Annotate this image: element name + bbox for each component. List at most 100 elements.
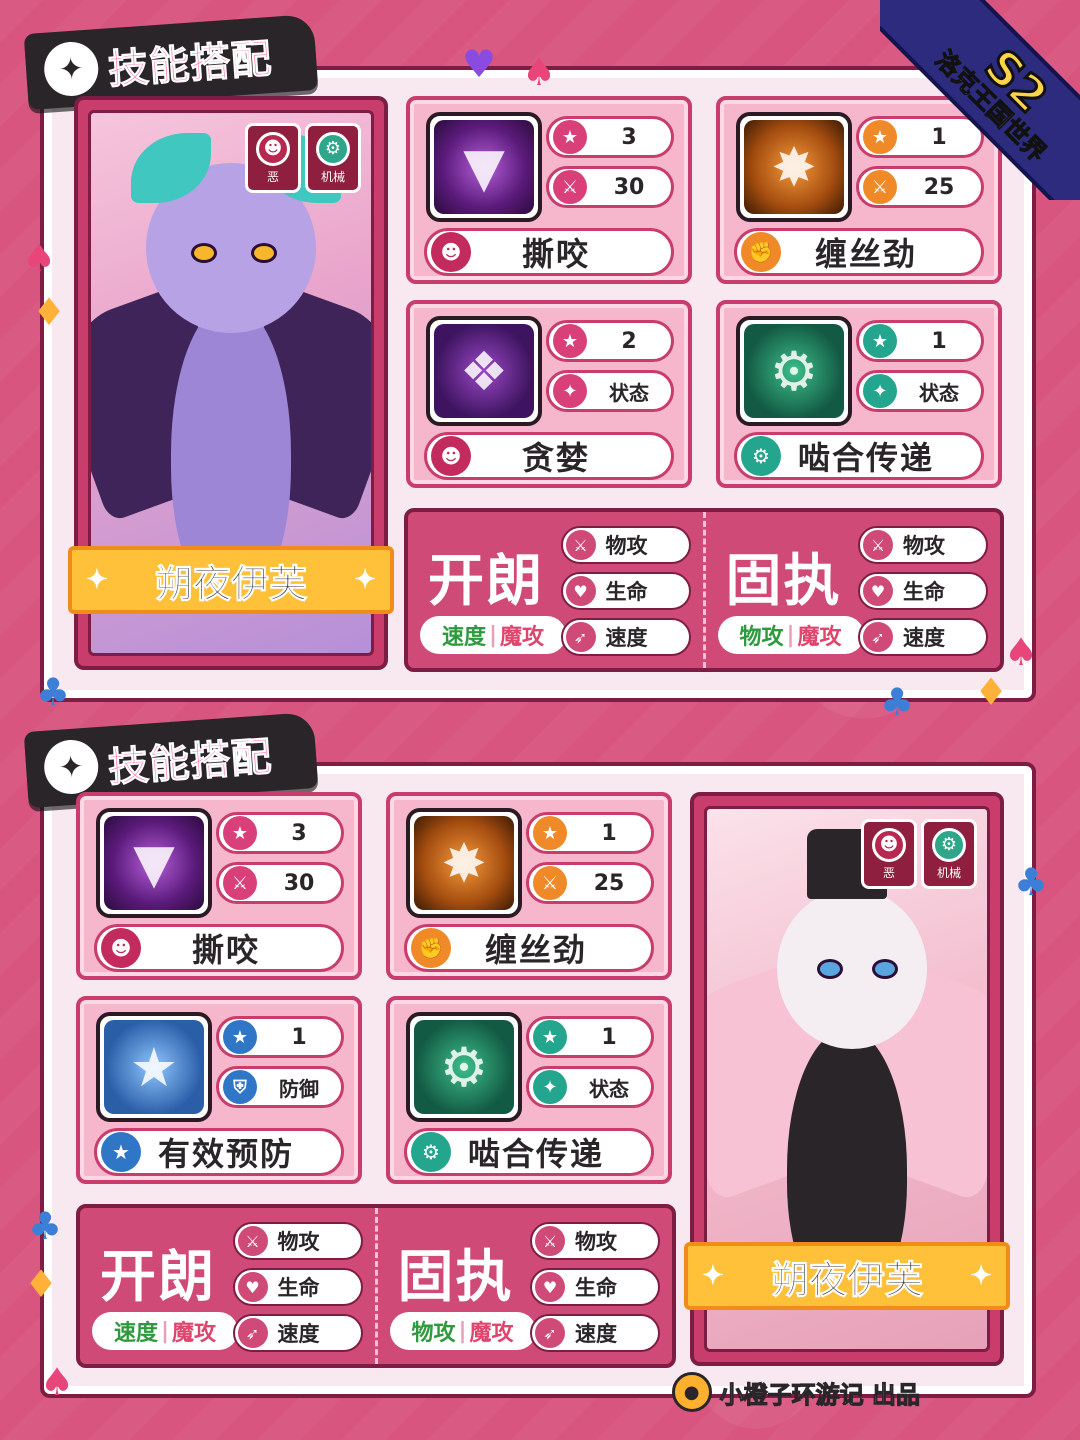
nature-name: 开朗 bbox=[428, 549, 544, 614]
nature-option[interactable]: 固执 物攻 | 魔攻 ⚔ 物攻 ♥ 生命 ➶ 速度 bbox=[374, 1208, 673, 1364]
skill-category: ✦ 状态 bbox=[856, 370, 984, 412]
dark-type-badge: ☻ 恶 bbox=[861, 819, 917, 889]
ev-stat: ➶ 速度 bbox=[858, 618, 988, 656]
wing-icon: ➶ bbox=[237, 1318, 268, 1348]
nature-modifier: 物攻 | 魔攻 bbox=[389, 1312, 536, 1350]
sword-icon: ⚔ bbox=[553, 170, 587, 204]
mech-type-badge: ⚙ 机械 bbox=[305, 123, 361, 193]
diamond-icon: ♦ bbox=[24, 1262, 59, 1306]
skill-card[interactable]: ✸ ★ 1 ⚔ 25 ✊ 缠丝劲 bbox=[386, 792, 672, 980]
ev-stat-list: ⚔ 物攻 ♥ 生命 ➶ 速度 bbox=[858, 526, 988, 656]
ev-stat: ⚔ 物攻 bbox=[560, 526, 691, 564]
skill-cost: ★ 1 bbox=[856, 320, 984, 362]
nature-option[interactable]: 开朗 速度 | 魔攻 ⚔ 物攻 ♥ 生命 ➶ 速度 bbox=[80, 1208, 375, 1364]
skill-category: ⛨ 防御 bbox=[216, 1066, 344, 1108]
star-icon: ★ bbox=[223, 1020, 257, 1054]
ev-stat: ⚔ 物攻 bbox=[232, 1222, 363, 1260]
type-badges: ☻ 恶 ⚙ 机械 bbox=[245, 123, 361, 193]
normal-type-icon: ★ bbox=[101, 1132, 141, 1172]
dark-type-icon: ☻ bbox=[431, 436, 471, 476]
ev-stat: ➶ 速度 bbox=[530, 1314, 660, 1352]
skill-card[interactable]: ⚙ ★ 1 ✦ 状态 ⚙ 啮合传递 bbox=[716, 300, 1002, 488]
character-card-2[interactable]: ☻ 恶 ⚙ 机械 朔夜伊芙 bbox=[684, 792, 1010, 1366]
nature-name: 开朗 bbox=[100, 1245, 216, 1310]
club-icon: ♣ bbox=[1014, 860, 1049, 904]
sparkle-icon: ✦ bbox=[553, 374, 587, 408]
nature-name: 固执 bbox=[397, 1245, 514, 1310]
orange-logo-icon: ● bbox=[671, 1372, 712, 1412]
skill-name: ☻ 撕咬 bbox=[94, 924, 344, 972]
dark-type-icon: ☻ bbox=[101, 928, 141, 968]
skill-card[interactable]: ★ ★ 1 ⛨ 防御 ★ 有效预防 bbox=[76, 996, 362, 1184]
ev-stat: ♥ 生命 bbox=[530, 1268, 660, 1306]
skill-art: ▼ bbox=[96, 808, 212, 918]
nature-name: 固执 bbox=[725, 549, 842, 614]
star-shield-icon: ★ bbox=[129, 1035, 179, 1099]
ev-stat: ♥ 生命 bbox=[232, 1268, 363, 1306]
nature-option[interactable]: 固执 物攻 | 魔攻 ⚔ 物攻 ♥ 生命 ➶ 速度 bbox=[702, 512, 1001, 668]
spade-icon: ♠ bbox=[522, 50, 557, 94]
skill-art: ★ bbox=[96, 1012, 212, 1122]
diamond-icon: ♦ bbox=[974, 670, 1009, 714]
nature-modifier: 速度 | 魔攻 bbox=[92, 1312, 238, 1350]
skill-cost: ★ 2 bbox=[546, 320, 674, 362]
mech-type-icon: ⚙ bbox=[411, 1132, 451, 1172]
skill-art: ⚙ bbox=[406, 1012, 522, 1122]
skill-name: ⚙ 啮合传递 bbox=[734, 432, 984, 480]
ev-stat-list: ⚔ 物攻 ♥ 生命 ➶ 速度 bbox=[232, 1222, 363, 1352]
heart-icon: ♥ bbox=[535, 1272, 565, 1302]
mech-type-badge: ⚙ 机械 bbox=[921, 819, 977, 889]
gear-icon: ⚙ bbox=[439, 1035, 489, 1099]
fighting-type-icon: ✊ bbox=[741, 232, 781, 272]
sparkle-icon: ✦ bbox=[533, 1070, 567, 1104]
heart-icon: ♥ bbox=[237, 1272, 268, 1302]
wing-icon: ➶ bbox=[565, 622, 596, 652]
ev-stat-list: ⚔ 物攻 ♥ 生命 ➶ 速度 bbox=[530, 1222, 660, 1352]
sword-icon: ⚔ bbox=[535, 1226, 565, 1256]
nature-modifier: 速度 | 魔攻 bbox=[420, 616, 566, 654]
skill-cost: ★ 1 bbox=[526, 812, 654, 854]
skill-art: ✸ bbox=[406, 808, 522, 918]
skill-card[interactable]: ⚙ ★ 1 ✦ 状态 ⚙ 啮合传递 bbox=[386, 996, 672, 1184]
mech-type-icon: ⚙ bbox=[741, 436, 781, 476]
character-name: 朔夜伊芙 bbox=[684, 1242, 1010, 1310]
gear-icon: ⚙ bbox=[769, 339, 819, 403]
skill-card[interactable]: ❖ ★ 2 ✦ 状态 ☻ 贪婪 bbox=[406, 300, 692, 488]
demon-icon: ☻ bbox=[256, 131, 290, 166]
sword-icon: ⚔ bbox=[533, 866, 567, 900]
sparkle-burst-icon bbox=[42, 738, 101, 796]
type-badges: ☻ 恶 ⚙ 机械 bbox=[861, 819, 977, 889]
sword-icon: ⚔ bbox=[223, 866, 257, 900]
skill-name: ☻ 撕咬 bbox=[424, 228, 674, 276]
demon-icon: ☻ bbox=[872, 827, 906, 862]
club-icon: ♣ bbox=[36, 670, 71, 714]
character-name: 朔夜伊芙 bbox=[68, 546, 394, 614]
skill-category: ✦ 状态 bbox=[546, 370, 674, 412]
ev-stat: ♥ 生命 bbox=[560, 572, 691, 610]
skill-art: ⚙ bbox=[736, 316, 852, 426]
skill-cost: ★ 1 bbox=[216, 1016, 344, 1058]
diamond-icon: ♦ bbox=[32, 290, 67, 334]
spade-icon: ♠ bbox=[22, 236, 57, 280]
skill-card[interactable]: ▼ ★ 3 ⚔ 30 ☻ 撕咬 bbox=[76, 792, 362, 980]
sword-icon: ⚔ bbox=[237, 1226, 268, 1256]
skill-cost: ★ 1 bbox=[526, 1016, 654, 1058]
heart-icon: ♥ bbox=[462, 42, 497, 86]
skill-name: ★ 有效预防 bbox=[94, 1128, 344, 1176]
heart-icon: ♥ bbox=[863, 576, 893, 606]
star-icon: ★ bbox=[533, 816, 567, 850]
sparkle-icon: ✦ bbox=[863, 374, 897, 408]
skill-card[interactable]: ▼ ★ 3 ⚔ 30 ☻ 撕咬 bbox=[406, 96, 692, 284]
skill-category: ✦ 状态 bbox=[526, 1066, 654, 1108]
skill-art: ✸ bbox=[736, 112, 852, 222]
nature-option[interactable]: 开朗 速度 | 魔攻 ⚔ 物攻 ♥ 生命 ➶ 速度 bbox=[408, 512, 703, 668]
gear-icon: ⚙ bbox=[316, 131, 350, 166]
wing-icon: ➶ bbox=[863, 622, 893, 652]
skill-cost: ★ 3 bbox=[216, 812, 344, 854]
sword-icon: ⚔ bbox=[863, 530, 893, 560]
skill-name: ⚙ 啮合传递 bbox=[404, 1128, 654, 1176]
bat-icon: ❖ bbox=[459, 339, 509, 403]
skill-art: ▼ bbox=[426, 112, 542, 222]
dark-type-icon: ☻ bbox=[431, 232, 471, 272]
character-card-1[interactable]: ☻ 恶 ⚙ 机械 朔夜伊芙 bbox=[68, 96, 394, 670]
